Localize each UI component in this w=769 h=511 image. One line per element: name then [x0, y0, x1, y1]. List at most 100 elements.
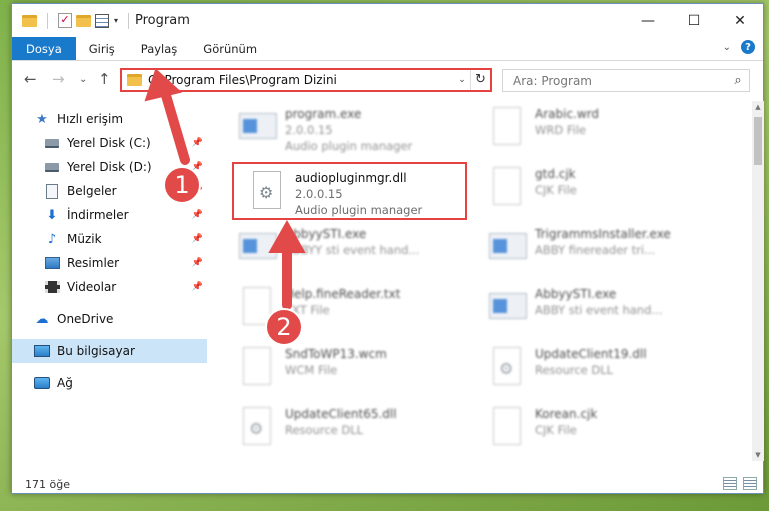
file-type: WRD File [535, 123, 587, 137]
download-icon: ⬇ [46, 207, 58, 223]
file-name: gtd.cjk [535, 167, 576, 181]
file-icon [487, 105, 527, 151]
view-buttons [723, 477, 757, 490]
scrollbar-thumb[interactable] [754, 117, 762, 165]
divider [47, 12, 48, 29]
sidebar-item-label: Yerel Disk (C:) [67, 136, 151, 150]
file-description: Audio plugin manager [285, 139, 413, 153]
pin-icon[interactable]: 📌 [192, 258, 203, 268]
file-name: Help.fineReader.txt [285, 287, 401, 301]
file-item[interactable]: SndToWP13.wcm WCM File [237, 345, 477, 401]
sidebar-item-videos[interactable]: Videolar 📌 [12, 275, 207, 299]
sidebar-item-label: Belgeler [67, 184, 117, 198]
sidebar-item-label: Videolar [67, 280, 117, 294]
customize-icon[interactable] [95, 13, 109, 28]
forward-arrow-icon[interactable]: → [52, 70, 65, 88]
quick-access-chevron-icon[interactable]: ▾ [114, 16, 118, 25]
pin-icon[interactable]: 📌 [192, 282, 203, 292]
search-box[interactable]: Ara: Program ⌕ [502, 69, 750, 92]
file-description: ABBY sti event hand... [535, 303, 663, 317]
step-1-badge: 1 [163, 166, 201, 204]
window-controls: — ☐ ✕ [625, 4, 763, 37]
close-button[interactable]: ✕ [717, 4, 763, 37]
tab-view[interactable]: Görünüm [190, 37, 270, 60]
sidebar-item-label: Müzik [67, 232, 102, 246]
sidebar-item-onedrive[interactable]: ☁ OneDrive [12, 307, 207, 331]
sidebar-item-network[interactable]: Ağ [12, 371, 207, 395]
file-name: AbbyySTI.exe [535, 287, 617, 301]
tab-home[interactable]: Giriş [76, 37, 128, 60]
properties-check-icon[interactable]: ✓ [58, 13, 72, 28]
scroll-up-icon[interactable]: ▲ [752, 103, 764, 111]
sidebar-item-quick-access[interactable]: ★ Hızlı erişim [12, 107, 207, 131]
videos-icon [44, 279, 60, 295]
navigation-pane: ★ Hızlı erişim Yerel Disk (C:) 📌 Yerel D… [12, 101, 207, 461]
file-description: ABBYY sti event hand... [285, 243, 420, 257]
sidebar-item-pictures[interactable]: Resimler 📌 [12, 251, 207, 275]
sidebar-item-music[interactable]: ♪ Müzik 📌 [12, 227, 207, 251]
star-icon: ★ [36, 111, 48, 127]
sidebar-item-downloads[interactable]: ⬇ İndirmeler 📌 [12, 203, 207, 227]
dll-gear-icon: ⚙ [237, 405, 277, 451]
ribbon-tabs: Dosya Giriş Paylaş Görünüm ⌄ ? [12, 37, 763, 61]
pin-icon[interactable]: 📌 [192, 210, 203, 220]
file-name: SndToWP13.wcm [285, 347, 387, 361]
file-item[interactable]: ⚙ UpdateClient19.dll Resource DLL [487, 345, 727, 401]
large-icons-view-icon[interactable] [743, 477, 757, 490]
up-arrow-icon[interactable]: ↑ [98, 70, 111, 88]
help-icon[interactable]: ? [741, 40, 755, 54]
pictures-icon [44, 255, 60, 271]
refresh-icon[interactable]: ↻ [470, 70, 490, 90]
file-item[interactable]: AbbyySTI.exe ABBY sti event hand... [487, 285, 727, 341]
item-count: 171 öğe [25, 477, 70, 491]
file-name: UpdateClient19.dll [535, 347, 647, 361]
application-icon [487, 285, 527, 331]
application-icon [237, 105, 277, 151]
file-item[interactable]: TrigrammsInstaller.exe ABBY finereader t… [487, 225, 727, 281]
sidebar-item-label: OneDrive [57, 312, 114, 326]
sidebar-item-this-pc[interactable]: Bu bilgisayar [12, 339, 207, 363]
pin-icon[interactable]: 📌 [192, 234, 203, 244]
file-item[interactable]: gtd.cjk CJK File [487, 165, 727, 221]
file-list: program.exe 2.0.0.15 Audio plugin manage… [217, 101, 747, 461]
file-icon [487, 405, 527, 451]
sidebar-item-local-disk-c[interactable]: Yerel Disk (C:) 📌 [12, 131, 207, 155]
file-item[interactable]: Arabic.wrd WRD File [487, 105, 727, 161]
divider [128, 12, 130, 29]
scroll-down-icon[interactable]: ▼ [752, 451, 764, 459]
details-view-icon[interactable] [723, 477, 737, 490]
tab-share[interactable]: Paylaş [128, 37, 191, 60]
file-type: CJK File [535, 423, 577, 437]
address-dropdown-icon[interactable]: ⌄ [454, 75, 470, 85]
pin-icon[interactable]: 📌 [192, 138, 203, 148]
file-icon [487, 165, 527, 211]
back-arrow-icon[interactable]: ← [24, 70, 37, 88]
search-input[interactable]: Ara: Program [513, 74, 727, 88]
application-icon [487, 225, 527, 271]
file-name: AbbyySTI.exe [285, 227, 367, 241]
search-icon[interactable]: ⌕ [727, 73, 749, 88]
new-folder-icon[interactable] [76, 14, 91, 27]
step-2-badge: 2 [265, 308, 303, 346]
status-bar: 171 öğe [12, 473, 763, 495]
window-title: Program [135, 13, 190, 28]
file-item[interactable]: Korean.cjk CJK File [487, 405, 727, 461]
recent-locations-icon[interactable]: ⌄ [79, 74, 87, 85]
address-bar[interactable]: C:\Program Files\Program Dizini ⌄ ↻ [120, 68, 492, 92]
expand-ribbon-icon[interactable]: ⌄ [723, 42, 731, 53]
file-name: Arabic.wrd [535, 107, 600, 121]
quick-access-toolbar: ✓ ▾ [12, 4, 135, 37]
file-version: 2.0.0.15 [285, 123, 333, 137]
file-item[interactable]: program.exe 2.0.0.15 Audio plugin manage… [237, 105, 477, 161]
minimize-button[interactable]: — [625, 4, 671, 37]
tab-file[interactable]: Dosya [12, 37, 76, 60]
vertical-scrollbar[interactable]: ▲ ▼ [752, 101, 764, 461]
document-icon [44, 183, 60, 199]
maximize-button[interactable]: ☐ [671, 4, 717, 37]
address-path[interactable]: C:\Program Files\Program Dizini [148, 73, 454, 87]
music-icon: ♪ [47, 231, 57, 247]
file-item[interactable]: AbbyySTI.exe ABBYY sti event hand... [237, 225, 477, 281]
sidebar-item-label: Yerel Disk (D:) [67, 160, 152, 174]
file-item[interactable]: ⚙ UpdateClient65.dll Resource DLL [237, 405, 477, 461]
cloud-icon: ☁ [35, 311, 49, 327]
